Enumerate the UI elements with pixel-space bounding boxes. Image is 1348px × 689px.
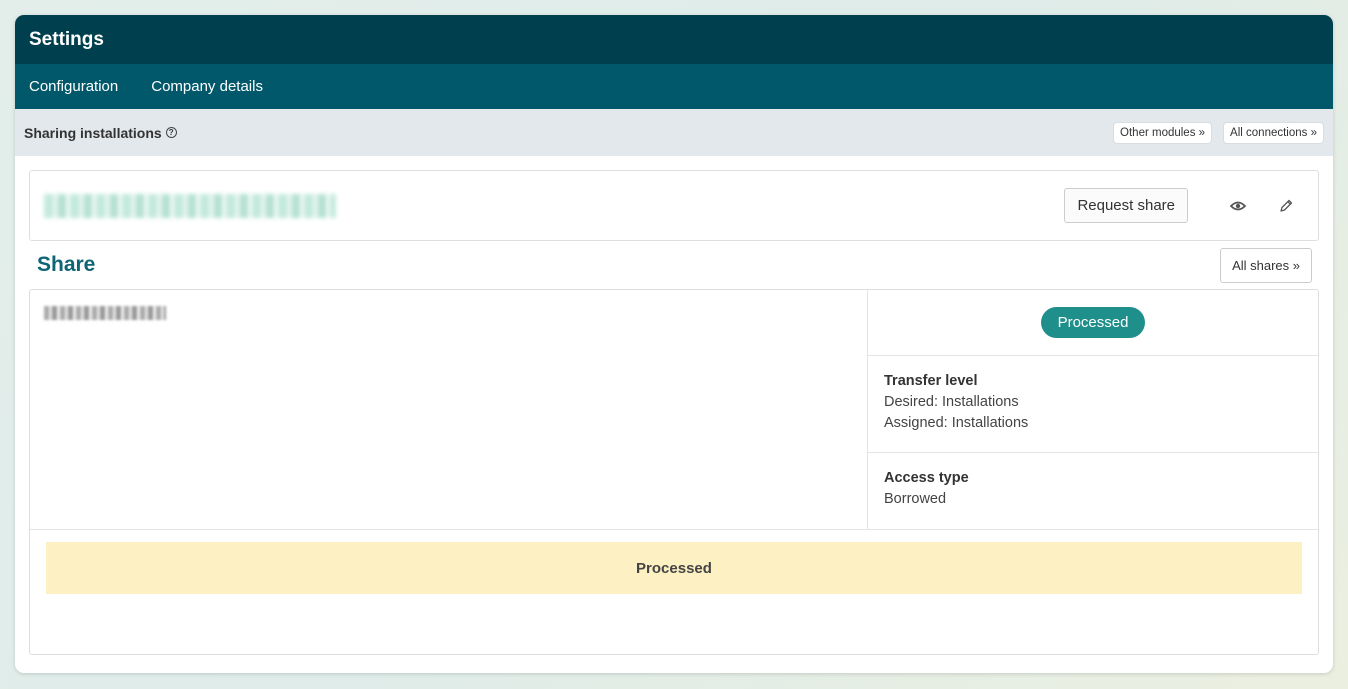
settings-window: Settings Configuration Company details S…	[15, 15, 1333, 673]
share-heading: Share	[37, 253, 96, 276]
section-title: Sharing installations ?	[24, 125, 177, 141]
title-bar: Settings	[15, 15, 1333, 64]
nav-bar: Configuration Company details	[15, 64, 1333, 109]
transfer-level-title: Transfer level	[884, 373, 978, 389]
processed-banner: Processed	[46, 542, 1302, 594]
share-status-area: Processed	[30, 530, 1318, 606]
status-cell: Processed	[868, 290, 1318, 356]
share-right-panel: Processed Transfer level Desired: Instal…	[868, 290, 1318, 529]
transfer-level-assigned: Assigned: Installations	[884, 415, 1029, 431]
page-title: Settings	[29, 28, 104, 50]
transfer-level-cell: Transfer level Desired: Installations As…	[868, 356, 1318, 453]
status-badge: Processed	[1040, 307, 1146, 338]
share-card: Processed Transfer level Desired: Instal…	[29, 289, 1319, 655]
redacted-installation-name	[44, 193, 336, 218]
access-type-value: Borrowed	[884, 491, 947, 507]
access-type-cell: Access type Borrowed	[868, 453, 1318, 527]
redacted-share-name	[44, 306, 166, 320]
share-heading-row: Share All shares »	[29, 241, 1319, 289]
access-type-title: Access type	[884, 470, 969, 486]
all-shares-button[interactable]: All shares »	[1220, 247, 1312, 283]
section-header: Sharing installations ? Other modules » …	[15, 109, 1333, 156]
other-modules-button[interactable]: Other modules »	[1113, 121, 1213, 144]
pencil-icon[interactable]	[1268, 188, 1304, 224]
share-details: Processed Transfer level Desired: Instal…	[30, 290, 1318, 530]
main-content: Request share Share All shares » Process…	[15, 156, 1333, 655]
installation-card: Request share	[29, 170, 1319, 241]
eye-icon[interactable]	[1220, 188, 1256, 224]
nav-item-configuration[interactable]: Configuration	[29, 78, 118, 95]
share-left-panel	[30, 290, 868, 529]
transfer-level-desired: Desired: Installations	[884, 394, 1019, 410]
section-title-label: Sharing installations	[24, 124, 162, 141]
installation-actions: Request share	[1064, 188, 1304, 224]
all-connections-button[interactable]: All connections »	[1223, 121, 1324, 144]
help-icon[interactable]: ?	[165, 127, 177, 138]
nav-item-company-details[interactable]: Company details	[151, 78, 263, 95]
section-actions: Other modules » All connections »	[1113, 121, 1324, 144]
request-share-button[interactable]: Request share	[1064, 188, 1188, 223]
